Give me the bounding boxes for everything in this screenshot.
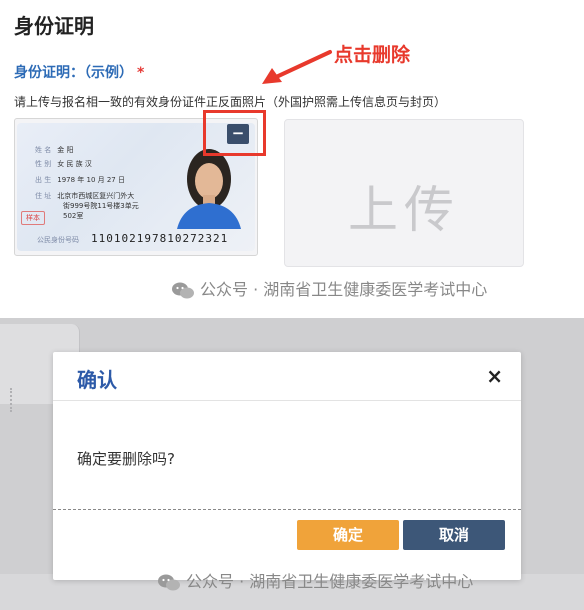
id-card-thumbnail[interactable]: 姓 名金 阳 性 别女 民 族 汉 出 生 1978 年 10 月 27 日 住 … [14,118,258,256]
section-title: 身份证明 [14,14,94,38]
card-row: 住 址北京市西城区复兴门外大 [35,192,135,200]
annotation-arrow-icon [262,50,332,84]
upload-box[interactable]: 上传 [284,119,524,267]
background-dots [10,388,18,412]
card-row: 502室 [63,212,84,220]
upload-hint: 请上传与报名相一致的有效身份证件正反面照片（外国护照需上传信息页与封页） [14,95,447,109]
card-stamp: 样本 [21,211,45,225]
id-number-label: 公民身份号码 [37,236,79,244]
portrait-icon [177,149,241,229]
confirm-dialog: 确认 × 确定要删除吗? 确定 取消 [53,352,521,580]
delete-button[interactable]: − [227,124,249,144]
field-label: 身份证明：（示例） * [14,62,144,82]
card-row: 街999号院11号楼3单元 [63,202,139,210]
annotation-text: 点击删除 [334,44,411,66]
dialog-header-divider [53,400,521,401]
wechat-icon [158,574,180,590]
dialog-title: 确认 [77,368,117,392]
watermark: 公众号 · 湖南省卫生健康委医学考试中心 [158,568,473,592]
watermark: 公众号 · 湖南省卫生健康委医学考试中心 [172,276,487,300]
card-row: 姓 名金 阳 [35,146,74,154]
dialog-message: 确定要删除吗? [77,450,175,468]
id-card-image: 姓 名金 阳 性 别女 民 族 汉 出 生 1978 年 10 月 27 日 住 … [17,123,255,251]
card-row: 出 生 1978 年 10 月 27 日 [35,176,125,184]
cancel-button[interactable]: 取消 [403,520,505,550]
upload-label: 上传 [348,181,460,239]
close-icon[interactable]: × [486,364,503,388]
confirm-button[interactable]: 确定 [297,520,399,550]
dialog-backdrop: 确认 × 确定要删除吗? 确定 取消 公众号 · 湖南省卫生健康委医学考试中心 [0,318,584,610]
dialog-footer-divider [53,509,521,510]
upload-section: 身份证明 身份证明：（示例） * 请上传与报名相一致的有效身份证件正反面照片（外国… [0,0,584,312]
required-mark: * [137,65,145,81]
wechat-icon [172,282,194,298]
field-label-text: 身份证明：（示例） [14,65,133,81]
id-number: 110102197810272321 [91,232,229,245]
card-row: 性 别女 民 族 汉 [35,160,92,168]
